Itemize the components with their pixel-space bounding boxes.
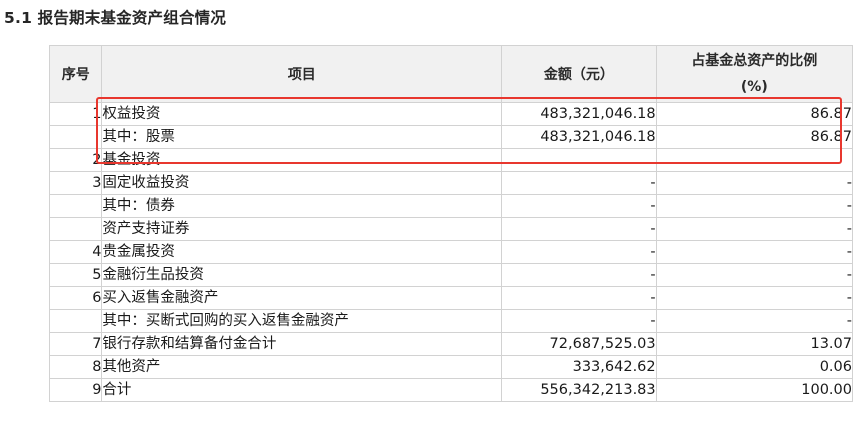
table-row: 9 合计 556,342,213.83 100.00 (48, 378, 853, 402)
table-row: 4 贵金属投资 - - (48, 240, 853, 264)
table-row: 3 固定收益投资 - - (48, 171, 853, 195)
row-item: 其他资产 (101, 355, 503, 379)
table-body: 1 权益投资 483,321,046.18 86.87 其中：股票 483,321,046… (48, 102, 853, 402)
row-item: 其中：买断式回购的买入返售金融资产 (101, 309, 503, 333)
row-ratio: - (655, 240, 853, 264)
header-ratio-line2: (%) (740, 79, 768, 95)
row-amount: 333,642.62 (501, 355, 657, 379)
row-number (48, 125, 103, 149)
table-row: 其中：债券 - - (48, 194, 853, 218)
row-amount: - (501, 309, 657, 333)
row-amount: - (501, 217, 657, 241)
table-row: 5 金融衍生品投资 - - (48, 263, 853, 287)
row-number: 8 (48, 355, 103, 379)
row-amount: - (501, 286, 657, 310)
row-ratio: 86.87 (655, 102, 853, 126)
row-amount (501, 148, 657, 172)
table-row: 7 银行存款和结算备付金合计 72,687,525.03 13.07 (48, 332, 853, 356)
table-row: 2 基金投资 (48, 148, 853, 172)
row-item: 基金投资 (101, 148, 503, 172)
table-header-row: 序号 项目 金额（元） 占基金总资产的比例 (%) (48, 45, 853, 103)
row-number: 1 (48, 102, 103, 126)
table-row: 6 买入返售金融资产 - - (48, 286, 853, 310)
row-ratio: 100.00 (655, 378, 853, 402)
row-number (48, 309, 103, 333)
row-item: 权益投资 (101, 102, 503, 126)
row-ratio: 13.07 (655, 332, 853, 356)
row-item: 买入返售金融资产 (101, 286, 503, 310)
row-ratio: - (655, 217, 853, 241)
row-ratio: - (655, 286, 853, 310)
row-amount: 556,342,213.83 (501, 378, 657, 402)
row-number: 3 (48, 171, 103, 195)
header-no: 序号 (48, 45, 103, 103)
row-item: 合计 (101, 378, 503, 402)
row-number (48, 217, 103, 241)
table-row: 资产支持证券 - - (48, 217, 853, 241)
row-amount: 72,687,525.03 (501, 332, 657, 356)
row-item: 其中：股票 (101, 125, 503, 149)
row-amount: 483,321,046.18 (501, 125, 657, 149)
row-item: 固定收益投资 (101, 171, 503, 195)
header-ratio: 占基金总资产的比例 (%) (655, 45, 853, 103)
row-ratio: - (655, 263, 853, 287)
table-row: 8 其他资产 333,642.62 0.06 (48, 355, 853, 379)
row-amount: - (501, 171, 657, 195)
row-ratio: - (655, 171, 853, 195)
row-ratio (655, 148, 853, 172)
header-ratio-line1: 占基金总资产的比例 (691, 53, 818, 69)
table-row: 其中：股票 483,321,046.18 86.87 (48, 125, 853, 149)
row-item: 贵金属投资 (101, 240, 503, 264)
row-number: 7 (48, 332, 103, 356)
table-row: 1 权益投资 483,321,046.18 86.87 (48, 102, 853, 126)
row-ratio: 86.87 (655, 125, 853, 149)
row-number (48, 194, 103, 218)
row-amount: - (501, 240, 657, 264)
row-ratio: - (655, 309, 853, 333)
asset-portfolio-table: 序号 项目 金额（元） 占基金总资产的比例 (%) 1 权益投资 483,321,0… (48, 45, 853, 402)
header-amount: 金额（元） (501, 45, 657, 103)
row-number: 4 (48, 240, 103, 264)
row-amount: - (501, 263, 657, 287)
row-number: 6 (48, 286, 103, 310)
row-item: 银行存款和结算备付金合计 (101, 332, 503, 356)
row-amount: - (501, 194, 657, 218)
row-number: 9 (48, 378, 103, 402)
row-item: 资产支持证券 (101, 217, 503, 241)
header-item: 项目 (101, 45, 503, 103)
row-number: 2 (48, 148, 103, 172)
row-ratio: 0.06 (655, 355, 853, 379)
section-title: 5.1 报告期末基金资产组合情况 (4, 9, 227, 27)
row-item: 金融衍生品投资 (101, 263, 503, 287)
row-item: 其中：债券 (101, 194, 503, 218)
table-row: 其中：买断式回购的买入返售金融资产 - - (48, 309, 853, 333)
row-ratio: - (655, 194, 853, 218)
row-amount: 483,321,046.18 (501, 102, 657, 126)
row-number: 5 (48, 263, 103, 287)
